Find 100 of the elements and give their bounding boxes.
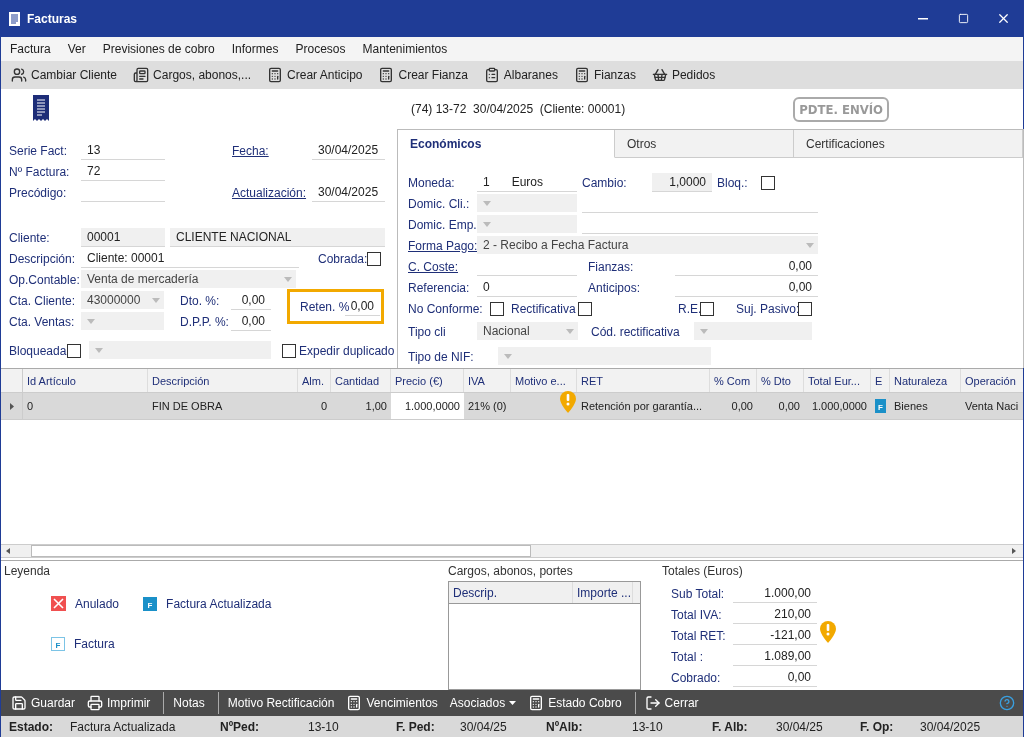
menu-item[interactable]: Mantenimientos xyxy=(356,42,454,56)
toolbar-button[interactable]: Guardar xyxy=(7,692,80,714)
checkbox[interactable] xyxy=(367,251,381,266)
menu-item[interactable]: Ver xyxy=(61,42,92,56)
invoice-info: (74) 13-72 30/04/2025 (Cliente: 00001) xyxy=(411,102,626,116)
tab[interactable]: Certificaciones xyxy=(794,130,1023,158)
column-header[interactable]: Id Artículo xyxy=(23,369,148,392)
input-field[interactable]: 1.000,00 xyxy=(733,584,817,603)
dropdown[interactable]: Venta de mercadería xyxy=(81,270,296,289)
toolbar-button[interactable]: Albaranes xyxy=(481,64,560,86)
tab[interactable]: Otros xyxy=(615,130,794,158)
toolbar-button[interactable]: Vencimientos xyxy=(342,692,442,714)
section-title: Leyenda xyxy=(4,564,51,578)
field-label: Cód. rectificativa xyxy=(591,324,681,339)
input-field[interactable]: 0 xyxy=(477,278,577,297)
field-label: R.E. xyxy=(678,301,700,316)
input-field[interactable]: 1.089,00 xyxy=(733,647,817,666)
toolbar-button[interactable]: Estado Cobro xyxy=(524,692,626,714)
column-header[interactable]: Cantidad xyxy=(331,369,391,392)
scrollbar-thumb[interactable] xyxy=(31,545,531,557)
column-header[interactable]: Descrip. xyxy=(449,582,573,603)
link[interactable]: Actualización: xyxy=(232,185,307,200)
toolbar-button[interactable]: Pedidos xyxy=(649,64,718,86)
link[interactable]: Fecha: xyxy=(232,143,269,158)
field-label: Expedir duplicado xyxy=(299,343,396,358)
dropdown[interactable]: Nacional xyxy=(477,322,578,341)
input-field[interactable]: 30/04/2025 xyxy=(312,183,385,202)
toolbar-button[interactable]: Fianzas xyxy=(571,64,638,86)
menu-item[interactable]: Factura xyxy=(4,42,57,56)
input-field[interactable]: 72 xyxy=(81,162,165,181)
toolbar-button[interactable]: Cerrar xyxy=(640,692,703,714)
menu-item[interactable]: Previsiones de cobro xyxy=(96,42,221,56)
input-field[interactable]: 30/04/2025 xyxy=(312,141,385,160)
checkbox[interactable] xyxy=(282,343,296,358)
checkbox[interactable] xyxy=(761,175,775,190)
field-label: Nº Factura: xyxy=(9,164,71,179)
caret-icon xyxy=(700,328,708,334)
maximize-icon xyxy=(957,13,969,24)
input-field[interactable]: 0,00 xyxy=(675,278,818,297)
input-field[interactable]: Cliente: 00001 xyxy=(81,249,299,268)
caret-icon xyxy=(483,221,491,227)
dropdown[interactable]: 43000000 xyxy=(81,291,164,310)
column-header[interactable]: Operación xyxy=(961,369,1024,392)
table-cell-text: FIN DE OBRA xyxy=(151,399,224,414)
menu-item[interactable]: Procesos xyxy=(289,42,352,56)
status-stamp: PDTE. ENVÍO xyxy=(793,96,890,122)
link[interactable]: C. Coste: xyxy=(408,259,458,274)
field-label: Rectificativa xyxy=(511,301,577,316)
column-header[interactable]: Descripción xyxy=(148,369,298,392)
section-title: Cargos, abonos, portes xyxy=(448,564,573,578)
table-cell-text: 1,00 xyxy=(364,399,388,414)
column-header[interactable]: Naturaleza xyxy=(890,369,961,392)
status-value: 30/04/25 xyxy=(460,719,508,734)
field-label: Bloq.: xyxy=(717,175,749,190)
checkbox[interactable] xyxy=(578,301,592,316)
checkbox[interactable] xyxy=(798,301,812,316)
toolbar-button[interactable]: Motivo Rectificación xyxy=(223,692,339,714)
status-label: F. Ped: xyxy=(396,719,436,734)
input-field[interactable]: 1,0000 xyxy=(652,173,712,192)
printer-icon xyxy=(87,695,104,711)
dropdown[interactable]: 2 - Recibo a Fecha Factura xyxy=(477,236,818,255)
column-header[interactable]: E xyxy=(871,369,890,392)
input-field[interactable]: 13 xyxy=(81,141,165,160)
input-field[interactable]: 0,00 xyxy=(231,312,271,331)
column-header[interactable]: RET xyxy=(577,369,710,392)
checkbox[interactable] xyxy=(490,301,504,316)
checkbox[interactable] xyxy=(700,301,714,316)
checkbox[interactable] xyxy=(67,343,81,358)
exit-icon xyxy=(644,695,661,711)
field-label: Cliente: xyxy=(9,230,51,245)
input-field[interactable]: 0,00 xyxy=(733,668,817,687)
input-field[interactable]: 0,00 xyxy=(675,257,818,276)
toolbar-button[interactable]: Asociados xyxy=(445,692,521,714)
help-icon[interactable] xyxy=(999,695,1015,711)
column-header[interactable]: Importe ... xyxy=(573,582,633,603)
table-cell-text: Bienes xyxy=(893,399,929,414)
input-field[interactable]: 210,00 xyxy=(733,605,817,624)
input-field[interactable]: 0,00 xyxy=(231,291,271,310)
toolbar-button[interactable]: Cargos, abonos,... xyxy=(131,64,254,86)
table-cell-text: 0,00 xyxy=(777,399,801,414)
column-header[interactable]: Alm. xyxy=(298,369,331,392)
link[interactable]: Forma Pago: xyxy=(408,238,478,253)
table-cell: 1.000,0000 xyxy=(391,393,464,419)
toolbar-button[interactable]: Notas xyxy=(169,692,209,714)
input-field[interactable]: 1 Euros xyxy=(477,173,577,192)
toolbar-button[interactable]: Imprimir xyxy=(83,692,155,714)
toolbar-button[interactable]: Crear Fianza xyxy=(376,64,470,86)
menu-item[interactable]: Informes xyxy=(225,42,285,56)
column-header[interactable]: Precio (€) xyxy=(391,369,464,392)
column-header[interactable]: % Dto xyxy=(757,369,804,392)
input-field[interactable]: 00001 xyxy=(81,228,165,247)
table-row[interactable]: 0 FIN DE OBRA 0 1,00 1.000,0000 21% (0) Retención por garantía... 0,00 0,00 1.000,0000 F Bienes Venta Naci xyxy=(1,393,1023,420)
document-icon xyxy=(9,11,20,26)
column-header[interactable]: % Com xyxy=(710,369,757,392)
toolbar-button[interactable]: Cambiar Cliente xyxy=(9,64,120,86)
column-header[interactable]: IVA xyxy=(464,369,511,392)
input-field[interactable]: CLIENTE NACIONAL xyxy=(170,228,385,247)
input-field[interactable]: -121,00 xyxy=(733,626,817,645)
column-header[interactable]: Total Eur... xyxy=(804,369,871,392)
toolbar-button[interactable]: Crear Anticipo xyxy=(265,64,365,86)
